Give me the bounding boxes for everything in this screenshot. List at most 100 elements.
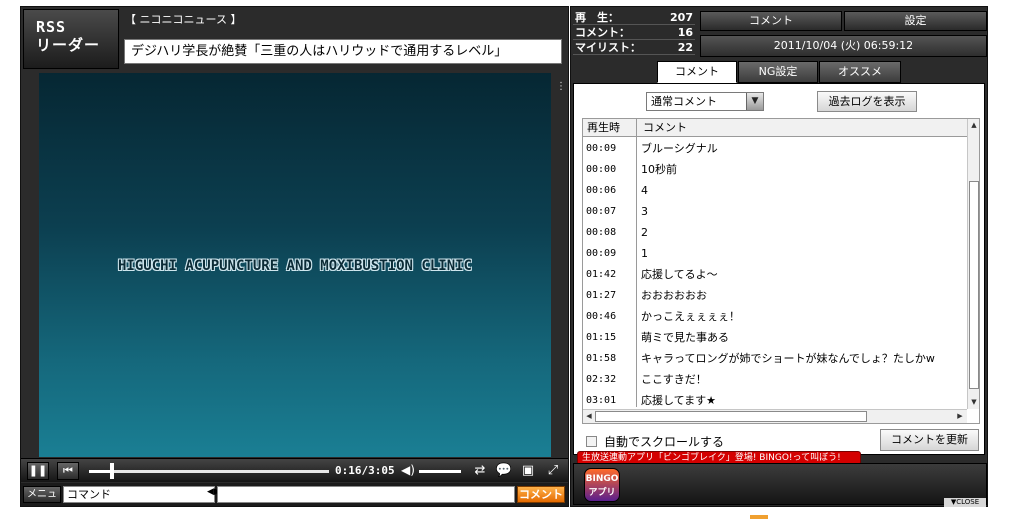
comment-time: 00:09: [586, 143, 617, 154]
video-screen[interactable]: HIGUCHI ACUPUNCTURE AND MOXIBUSTION CLIN…: [39, 73, 551, 457]
seek-bar[interactable]: [89, 470, 329, 473]
comment-text: かっこえぇぇぇぇ！: [641, 310, 740, 323]
comment-filter-select[interactable]: 通常コメント ▼: [646, 92, 764, 111]
repeat-icon[interactable]: ⇄: [470, 462, 490, 480]
comment-row[interactable]: 00:06 4: [583, 180, 967, 201]
time-readout: 0:16/3:05: [335, 464, 395, 477]
volume-slider[interactable]: [419, 470, 461, 473]
rss-logo-line1: RSS: [36, 18, 67, 36]
comment-text: 4: [641, 184, 648, 197]
volume-icon[interactable]: ◀︎): [401, 463, 415, 477]
vertical-scroll-thumb[interactable]: [969, 181, 979, 389]
seek-handle[interactable]: [110, 463, 114, 479]
rss-logo-line2: リーダー: [36, 36, 101, 54]
comment-input[interactable]: [217, 486, 515, 503]
tab-comment-top[interactable]: コメント: [700, 11, 842, 31]
comment-row[interactable]: 01:58 キャラってロングが姉でショートが妹なんでしょ？たしかw: [583, 348, 967, 369]
comment-row[interactable]: 00:00 10秒前: [583, 159, 967, 180]
menu-button[interactable]: メニュー: [23, 486, 61, 515]
comment-row[interactable]: 00:09 ブルーシグナル: [583, 138, 967, 159]
bingo-app-icon[interactable]: BINGO アプリ: [584, 468, 620, 502]
comment-time: 00:09: [586, 248, 617, 259]
comment-time: 02:32: [586, 374, 617, 385]
comment-time: 01:27: [586, 290, 617, 301]
comment-row[interactable]: 01:42 応援してるよ～: [583, 264, 967, 285]
command-input[interactable]: コマンド: [63, 486, 215, 503]
header-comment[interactable]: コメント: [643, 119, 687, 136]
video-overlay-text: HIGUCHI ACUPUNCTURE AND MOXIBUSTION CLIN…: [117, 258, 472, 274]
rss-reader-logo[interactable]: RSS リーダー: [23, 9, 119, 69]
mylist-count-label: マイリスト：: [575, 41, 641, 54]
play-count: 207: [670, 11, 693, 24]
seek-played: [89, 470, 110, 473]
mylist-count: 22: [677, 41, 693, 54]
scroll-down-icon[interactable]: ▼: [968, 396, 979, 408]
comment-time: 01:42: [586, 269, 617, 280]
comment-text: ここすきだ！: [641, 373, 707, 386]
panel-toggle-handle[interactable]: ⋮: [556, 82, 566, 101]
comment-text: 10秒前: [641, 163, 677, 176]
comment-row[interactable]: 00:08 2: [583, 222, 967, 243]
comment-time: 01:15: [586, 332, 617, 343]
comment-filter-value: 通常コメント: [651, 95, 717, 108]
tab-settings-top[interactable]: 設定: [844, 11, 987, 31]
comment-toggle-icon[interactable]: 💬: [494, 462, 514, 480]
autoscroll-label[interactable]: 自動でスクロールする: [604, 433, 724, 450]
chevron-down-icon[interactable]: ▼: [746, 93, 763, 110]
comment-row[interactable]: 01:15 萌ミで見た事ある: [583, 327, 967, 348]
horizontal-scroll-thumb[interactable]: [595, 411, 867, 422]
header-time[interactable]: 再生時: [587, 119, 620, 136]
comment-row[interactable]: 00:46 かっこえぇぇぇぇ！: [583, 306, 967, 327]
comment-time: 00:07: [586, 206, 617, 217]
scroll-right-icon[interactable]: ▶: [954, 410, 966, 423]
comment-bar: メニュー コマンド ◀▶ コメント: [21, 483, 568, 515]
feed-headline-link[interactable]: デジハリ学長が絶賛「三重の人はハリウッドで通用するレベル」: [124, 39, 562, 64]
comment-row[interactable]: 00:07 3: [583, 201, 967, 222]
bingo-icon-line1: BINGO: [585, 474, 619, 484]
fullscreen-icon[interactable]: ⤢: [543, 462, 563, 480]
screen-size-icon[interactable]: ▣: [518, 462, 538, 480]
refresh-comments-button[interactable]: コメントを更新: [880, 429, 979, 451]
comment-send-button[interactable]: コメント: [517, 486, 565, 503]
comment-text: 萌ミで見た事ある: [641, 331, 729, 344]
side-panel: 再 生： 207 コメント： 16 マイリスト： 22 コメント 設定 2011/10…: [570, 6, 988, 507]
comment-row[interactable]: 00:09 1: [583, 243, 967, 264]
comment-list-header: 再生時 コメント: [583, 119, 967, 137]
video-stats: 再 生： 207 コメント： 16 マイリスト： 22: [573, 10, 695, 58]
comment-text: 応援してるよ～: [641, 268, 718, 281]
comment-panel: 通常コメント ▼ 過去ログを表示 再生時 コメント 00:09 ブルーシグナル 00…: [573, 83, 985, 455]
comment-row[interactable]: 01:27 おおおおおお: [583, 285, 967, 306]
close-button[interactable]: ▼CLOSE: [944, 498, 986, 507]
comment-text: 3: [641, 205, 648, 218]
bingo-icon-line2: アプリ: [588, 488, 616, 498]
comment-count-label: コメント：: [575, 26, 630, 39]
comment-row[interactable]: 02:32 ここすきだ！: [583, 369, 967, 390]
past-log-button[interactable]: 過去ログを表示: [817, 91, 917, 112]
comment-time: 00:06: [586, 185, 617, 196]
comment-row[interactable]: 03:01 応援してます★: [583, 390, 967, 411]
scroll-left-icon[interactable]: ◀: [583, 410, 595, 423]
feed-source: 【 ニコニコニュース 】: [125, 13, 242, 26]
comment-text: 2: [641, 226, 648, 239]
tab-ng-settings[interactable]: NG設定: [738, 61, 818, 83]
comment-text: キャラってロングが姉でショートが妹なんでしょ？たしかw: [641, 352, 935, 365]
current-datetime: 2011/10/04 (火) 06:59:12: [700, 35, 987, 57]
autoscroll-checkbox[interactable]: [586, 436, 597, 447]
comment-text: おおおおおお: [641, 289, 707, 302]
vertical-scrollbar[interactable]: ▲ ▼: [967, 119, 979, 409]
video-player: RSS リーダー 【 ニコニコニュース 】 デジハリ学長が絶賛「三重の人はハリウ…: [20, 6, 569, 515]
playback-controls: ❚❚ ⏮ 0:16/3:05 ◀︎) ⇄ 💬 ▣ ⤢: [21, 458, 568, 482]
restart-button[interactable]: ⏮: [57, 462, 79, 480]
horizontal-scrollbar[interactable]: ◀ ▶: [583, 409, 967, 423]
page-marker: [750, 515, 768, 519]
comment-time: 03:01: [586, 395, 617, 406]
tab-recommend[interactable]: オススメ: [819, 61, 901, 83]
tab-comment[interactable]: コメント: [657, 61, 737, 83]
comment-time: 00:00: [586, 164, 617, 175]
comment-time: 00:46: [586, 311, 617, 322]
comment-text: ブルーシグナル: [641, 142, 718, 155]
pause-button[interactable]: ❚❚: [27, 462, 49, 480]
comment-list[interactable]: 再生時 コメント 00:09 ブルーシグナル 00:00 10秒前 00:06 4 00:0…: [582, 118, 980, 424]
comment-count: 16: [677, 26, 693, 39]
scroll-up-icon[interactable]: ▲: [968, 119, 979, 131]
